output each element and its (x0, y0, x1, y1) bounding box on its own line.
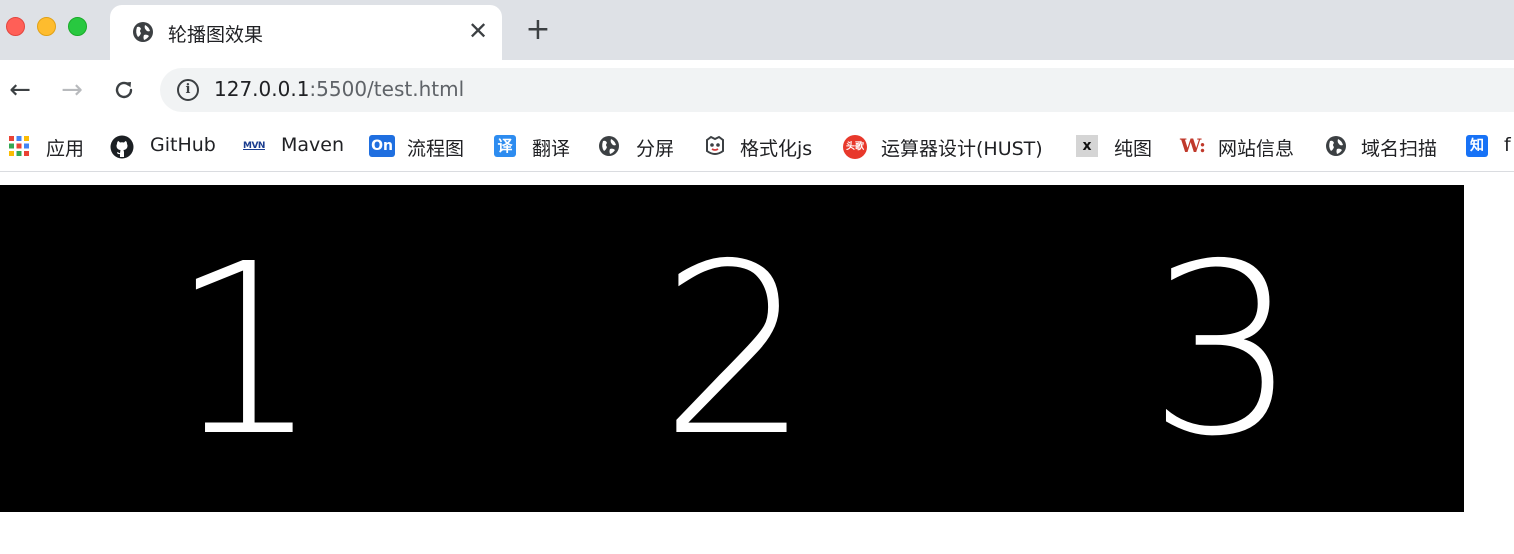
bookmark-label: GitHub (150, 134, 216, 156)
reload-icon (115, 81, 133, 99)
url-text[interactable]: 127.0.0.1:5500/test.html (214, 77, 464, 101)
bookmark-label: 应用 (46, 138, 85, 160)
bookmark-label: 分屏 (636, 138, 675, 160)
carousel-slide: 2 (660, 213, 811, 488)
bookmarks-bar: 应用 GitHub MVN Maven On 流程图 译 翻译 分屏 格式化js… (0, 120, 1514, 172)
address-bar[interactable]: i 127.0.0.1:5500/test.html (160, 68, 1514, 112)
tab-strip: 轮播图效果 ✕ + (0, 0, 1514, 60)
tab-title: 轮播图效果 (168, 24, 264, 46)
bookmark-label: 格式化js (740, 138, 813, 160)
bookmark-label: f (1504, 134, 1511, 156)
toolbar: ← → i 127.0.0.1:5500/test.html (0, 60, 1514, 120)
info-icon[interactable]: i (177, 79, 199, 101)
x-icon: x (1076, 135, 1098, 157)
processon-icon: On (369, 135, 395, 157)
maximize-window-button[interactable] (68, 17, 87, 36)
bookmark-label: 运算器设计(HUST) (881, 138, 1043, 160)
globe-icon (1325, 135, 1347, 157)
globe-icon (598, 135, 620, 157)
bookmark-label: 翻译 (532, 138, 571, 160)
maven-icon: MVN (243, 141, 265, 151)
bookmark-label: 域名扫描 (1361, 138, 1438, 160)
reload-button[interactable] (108, 74, 140, 106)
github-icon (110, 135, 134, 159)
forward-button[interactable]: → (56, 74, 88, 106)
formatter-icon (704, 135, 726, 157)
bookmark-zhihu[interactable]: 知 f (1466, 130, 1514, 160)
globe-icon (132, 21, 154, 43)
close-window-button[interactable] (6, 17, 25, 36)
translate-icon: 译 (494, 135, 516, 157)
tab-close-icon[interactable]: ✕ (464, 17, 492, 45)
minimize-window-button[interactable] (37, 17, 56, 36)
toutiao-icon: 头歌 (843, 135, 867, 159)
bookmark-label: 流程图 (407, 138, 465, 160)
back-button[interactable]: ← (4, 74, 36, 106)
carousel-slide: 3 (1148, 213, 1299, 488)
url-host: 127.0.0.1 (214, 77, 310, 101)
active-tab[interactable]: 轮播图效果 ✕ (110, 5, 502, 60)
bookmark-label: Maven (281, 134, 345, 156)
zhihu-icon: 知 (1466, 135, 1488, 157)
w-icon: W: (1180, 135, 1206, 157)
carousel: 1 2 3 (0, 185, 1464, 512)
bookmark-label: 纯图 (1114, 138, 1153, 160)
carousel-slide: 1 (170, 213, 321, 488)
new-tab-button[interactable]: + (524, 15, 552, 45)
url-path: :5500/test.html (309, 77, 465, 101)
apps-grid-icon (8, 135, 30, 157)
bookmark-label: 网站信息 (1218, 138, 1295, 160)
